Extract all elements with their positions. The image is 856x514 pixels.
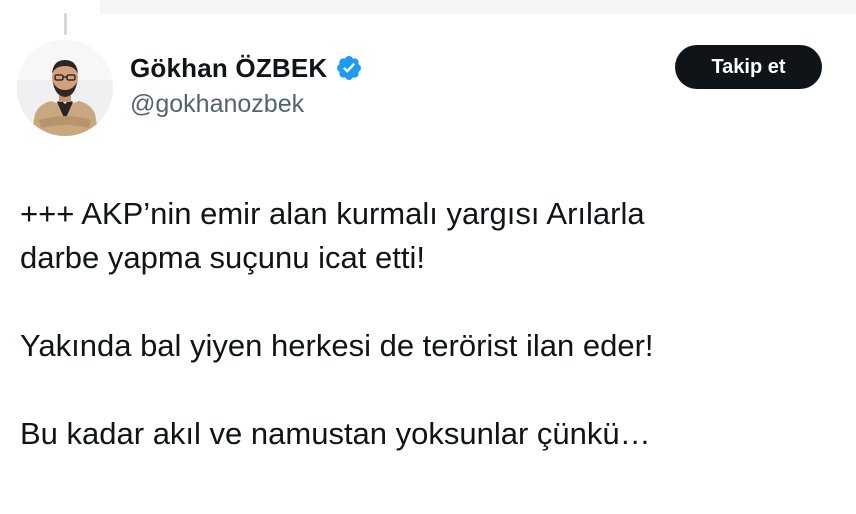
- author-name-row[interactable]: Gökhan ÖZBEK: [130, 50, 363, 86]
- tweet-paragraph: Bu kadar akıl ve namustan yoksunlar çünk…: [20, 412, 840, 456]
- tweet-paragraph: +++ AKP’nin emir alan kurmalı yargısı Ar…: [20, 192, 840, 280]
- tweet-text-line: darbe yapma suçunu icat etti!: [20, 240, 425, 275]
- thread-connector-line: [64, 13, 67, 35]
- previous-tweet-edge: [100, 0, 856, 14]
- tweet-text-line: +++ AKP’nin emir alan kurmalı yargısı Ar…: [20, 196, 645, 231]
- tweet-text: +++ AKP’nin emir alan kurmalı yargısı Ar…: [20, 192, 840, 500]
- tweet-paragraph: Yakında bal yiyen herkesi de terörist il…: [20, 324, 840, 368]
- avatar[interactable]: [17, 40, 113, 136]
- follow-button[interactable]: Takip et: [675, 45, 822, 89]
- author-display-name[interactable]: Gökhan ÖZBEK: [130, 53, 327, 84]
- tweet-text-line: Yakında bal yiyen herkesi de terörist il…: [20, 328, 654, 363]
- author-handle[interactable]: @gokhanozbek: [130, 90, 304, 119]
- avatar-photo-icon: [17, 40, 113, 136]
- verified-badge-icon: [335, 54, 363, 82]
- tweet-text-line: Bu kadar akıl ve namustan yoksunlar çünk…: [20, 416, 651, 451]
